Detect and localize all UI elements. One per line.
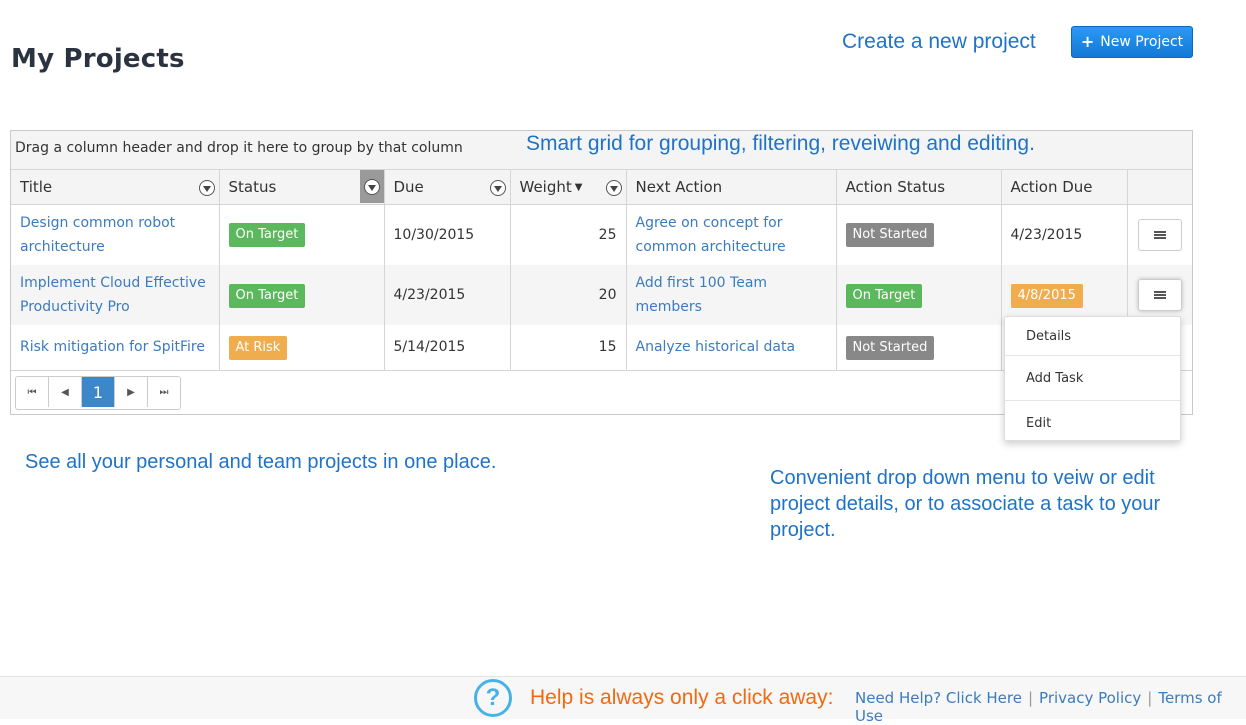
prev-page-button[interactable]: ◀ (49, 377, 82, 407)
column-header-next-action[interactable]: Next Action (626, 170, 837, 205)
menu-item-edit[interactable]: Edit (1005, 400, 1180, 445)
weight-cell: 20 (510, 265, 627, 325)
due-cell: 10/30/2015 (384, 204, 511, 265)
status-cell: On Target (219, 204, 385, 265)
action-due-cell: 4/23/2015 (1001, 204, 1128, 265)
action-status-cell: Not Started (836, 204, 1002, 265)
next-action-link[interactable]: Analyze historical data (626, 325, 837, 370)
last-page-button[interactable]: ⏭ (148, 377, 180, 407)
plus-icon: + (1080, 32, 1095, 51)
filter-icon[interactable] (605, 180, 622, 196)
column-header-action-due[interactable]: Action Due (1001, 170, 1128, 205)
sort-desc-icon: ▼ (574, 181, 583, 193)
pager: ⏮ ◀ 1 ▶ ⏭ (15, 376, 181, 410)
action-status-cell: On Target (836, 265, 1002, 325)
new-project-label: New Project (1100, 34, 1184, 50)
filter-icon[interactable] (363, 179, 380, 195)
action-status-badge: On Target (845, 283, 923, 308)
annotation-smart-grid: Smart grid for grouping, filtering, reve… (526, 132, 1035, 155)
project-title-link[interactable]: Risk mitigation for SpitFire (11, 325, 220, 370)
table-row: Design common robot architecture On Targ… (11, 204, 1192, 265)
column-header-status[interactable]: Status (219, 170, 385, 205)
annotation-see-all: See all your personal and team projects … (25, 451, 497, 473)
project-title-link[interactable]: Implement Cloud Effective Productivity P… (11, 265, 220, 325)
hamburger-icon (1153, 230, 1166, 239)
next-action-link[interactable]: Add first 100 Team members (626, 265, 837, 325)
menu-item-details[interactable]: Details (1005, 317, 1180, 355)
filter-icon[interactable] (489, 180, 506, 196)
due-cell: 5/14/2015 (384, 325, 511, 370)
due-cell: 4/23/2015 (384, 265, 511, 325)
question-icon[interactable]: ? (474, 679, 512, 717)
row-menu-button[interactable] (1137, 279, 1182, 311)
column-header-title[interactable]: Title (11, 170, 220, 205)
need-help-link[interactable]: Need Help? Click Here (855, 689, 1022, 707)
next-action-link[interactable]: Agree on concept for common architecture (626, 204, 837, 265)
privacy-policy-link[interactable]: Privacy Policy (1039, 689, 1141, 707)
action-status-badge: Not Started (845, 335, 935, 360)
action-status-badge: Not Started (845, 223, 935, 248)
filter-icon[interactable] (198, 180, 215, 196)
status-badge: On Target (228, 223, 306, 248)
status-cell: At Risk (219, 325, 385, 370)
weight-cell: 25 (510, 204, 627, 265)
help-text: Help is always only a click away: (530, 686, 834, 709)
row-actions-cell (1127, 204, 1192, 265)
active-filter-indicator[interactable] (359, 170, 384, 203)
action-status-cell: Not Started (836, 325, 1002, 370)
row-menu-button[interactable] (1137, 218, 1182, 251)
separator: | (1027, 689, 1034, 707)
page-1-button[interactable]: 1 (82, 377, 115, 407)
row-menu-dropdown: Details Add Task Edit (1004, 316, 1181, 441)
hamburger-icon (1153, 291, 1166, 299)
annotation-dropdown: Convenient drop down menu to veiw or edi… (770, 467, 1161, 541)
menu-item-add-task[interactable]: Add Task (1005, 355, 1180, 400)
column-header-weight[interactable]: Weight ▼ (510, 170, 627, 205)
footer-links: Need Help? Click Here | Privacy Policy | Ter… (855, 689, 1246, 725)
annotation-create-project: Create a new project (842, 30, 1036, 53)
page-title: My Projects (11, 44, 185, 74)
column-header-due[interactable]: Due (384, 170, 511, 205)
first-page-button[interactable]: ⏮ (16, 377, 49, 407)
action-due-badge: 4/8/2015 (1010, 283, 1083, 308)
status-cell: On Target (219, 265, 385, 325)
separator: | (1147, 689, 1153, 707)
header-row: Title Status Due Weight ▼ Next Action Act… (11, 170, 1192, 205)
next-page-button[interactable]: ▶ (115, 377, 148, 407)
project-title-link[interactable]: Design common robot architecture (11, 204, 220, 265)
new-project-button[interactable]: + New Project (1071, 26, 1193, 58)
status-badge: On Target (228, 283, 306, 308)
column-header-actions (1127, 170, 1192, 205)
footer: ? Help is always only a click away: Need… (0, 676, 1246, 725)
weight-cell: 15 (510, 325, 627, 370)
column-header-action-status[interactable]: Action Status (836, 170, 1002, 205)
status-badge: At Risk (228, 335, 288, 360)
